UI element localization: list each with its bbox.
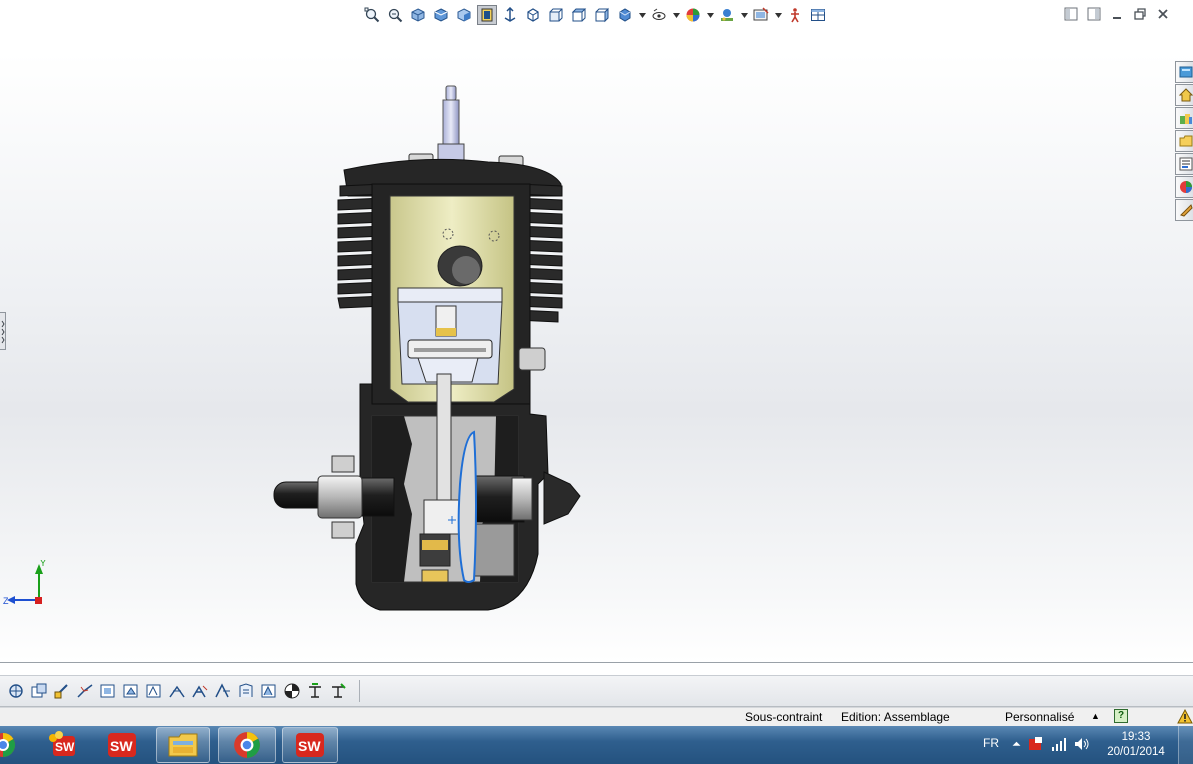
block-bolt[interactable] (518, 347, 546, 371)
clock-time: 19:33 (1121, 731, 1151, 743)
rear-cover[interactable] (543, 471, 581, 525)
resources-icon[interactable] (1175, 61, 1193, 83)
cube-front-icon[interactable] (546, 5, 566, 25)
system-clock[interactable]: 19:33 20/01/2014 (1106, 730, 1166, 760)
taskbar-solidworks[interactable]: SW (100, 727, 144, 763)
motion-study-icon[interactable] (213, 681, 233, 701)
status-mode: Edition: Assemblage (841, 710, 950, 724)
feature-manager-collapse-handle[interactable] (0, 312, 6, 350)
display-style-dropdown-icon[interactable] (638, 5, 646, 25)
assembly-command-bar (0, 675, 1193, 707)
section-view-icon[interactable] (431, 5, 451, 25)
main-bearing[interactable] (317, 475, 363, 519)
design-library-icon[interactable] (1175, 107, 1193, 129)
edit-appearance-dropdown-icon[interactable] (706, 5, 714, 25)
smart-fasteners-icon[interactable] (98, 681, 118, 701)
linear-pattern-icon[interactable] (75, 681, 95, 701)
split-right-icon[interactable] (1086, 6, 1102, 22)
engine-section-model[interactable] (268, 84, 584, 614)
show-hidden-icons-icon[interactable] (1012, 736, 1021, 752)
hide-show-items-icon[interactable] (649, 5, 669, 25)
taskbar-solidworks-explorer[interactable]: SW (40, 727, 84, 763)
zoom-to-fit-icon[interactable] (362, 5, 382, 25)
dynamic-annotation-icon[interactable] (477, 5, 497, 25)
display-style-icon[interactable] (615, 5, 635, 25)
bill-of-materials-icon[interactable] (236, 681, 256, 701)
cube-top-icon[interactable] (569, 5, 589, 25)
custom-properties-icon[interactable] (1175, 199, 1193, 221)
taskbar-chrome-partial[interactable] (0, 727, 20, 763)
hide-show-dropdown-icon[interactable] (672, 5, 680, 25)
svg-text:SW: SW (55, 740, 75, 754)
taskbar-solidworks-active[interactable]: SW (282, 727, 338, 763)
taskbar-windows-explorer[interactable] (156, 727, 210, 763)
view-settings-icon[interactable] (751, 5, 771, 25)
volume-icon[interactable] (1074, 736, 1090, 752)
windows-taskbar: SW SW SW FR 19:33 20/01/2014 (0, 726, 1193, 764)
zoom-to-area-icon[interactable] (385, 5, 405, 25)
tile-views-icon[interactable] (808, 5, 828, 25)
apply-scene-icon[interactable] (717, 5, 737, 25)
smart-mates-icon[interactable] (6, 681, 26, 701)
rotate-axis-icon[interactable] (500, 5, 520, 25)
status-definition: Sous-contraint (745, 710, 823, 724)
show-desktop-button[interactable] (1178, 726, 1193, 764)
document-window-controls (1063, 6, 1171, 22)
clearance-verification-icon[interactable] (305, 681, 325, 701)
svg-text:SW: SW (298, 738, 321, 754)
close-icon[interactable] (1155, 6, 1171, 22)
view-palette-icon[interactable] (1175, 153, 1193, 175)
split-left-icon[interactable] (1063, 6, 1079, 22)
system-tray (1012, 736, 1090, 752)
restore-icon[interactable] (1132, 6, 1148, 22)
triad-z-label: Z (3, 596, 9, 606)
reference-geometry-icon[interactable] (190, 681, 210, 701)
input-language[interactable]: FR (983, 736, 999, 750)
status-units[interactable]: Personnalisé (1005, 710, 1074, 724)
edit-appearance-icon[interactable] (683, 5, 703, 25)
help-button[interactable]: ? (1114, 709, 1128, 723)
solidworks-tray-icon[interactable] (1028, 736, 1044, 752)
interference-detection-icon[interactable] (282, 681, 302, 701)
graphics-area[interactable]: Y Z (0, 0, 1193, 662)
insert-component-icon[interactable] (29, 681, 49, 701)
svg-text:SW: SW (110, 738, 133, 754)
mate-icon[interactable] (52, 681, 72, 701)
taskbar-chrome[interactable] (218, 727, 276, 763)
command-bar-separator (359, 680, 360, 702)
show-hidden-components-icon[interactable] (144, 681, 164, 701)
walk-through-icon[interactable] (785, 5, 805, 25)
cube-iso-icon[interactable] (523, 5, 543, 25)
move-component-icon[interactable] (121, 681, 141, 701)
cube-right-icon[interactable] (592, 5, 612, 25)
appearances-icon[interactable] (1175, 176, 1193, 198)
clock-date: 20/01/2014 (1107, 746, 1165, 758)
triad-y-label: Y (40, 560, 46, 568)
status-bar: Sous-contraint Edition: Assemblage Perso… (0, 707, 1193, 726)
minimize-icon[interactable] (1109, 6, 1125, 22)
previous-view-icon[interactable] (408, 5, 428, 25)
view-settings-dropdown-icon[interactable] (774, 5, 782, 25)
units-menu-arrow-icon[interactable]: ▲ (1091, 711, 1100, 721)
piston[interactable] (397, 287, 503, 385)
assembly-features-icon[interactable] (167, 681, 187, 701)
apply-scene-dropdown-icon[interactable] (740, 5, 748, 25)
file-explorer-icon[interactable] (1175, 130, 1193, 152)
hole-alignment-icon[interactable] (328, 681, 348, 701)
network-icon[interactable] (1051, 736, 1067, 752)
view-orientation-icon[interactable] (454, 5, 474, 25)
task-pane-tabs (1175, 61, 1193, 222)
exploded-view-icon[interactable] (259, 681, 279, 701)
design-library-home-icon[interactable] (1175, 84, 1193, 106)
rebuild-warning-icon[interactable] (1177, 709, 1193, 725)
panel-separator (0, 662, 1193, 675)
reference-triad: Y Z (3, 560, 46, 606)
heads-up-view-toolbar (362, 4, 828, 26)
